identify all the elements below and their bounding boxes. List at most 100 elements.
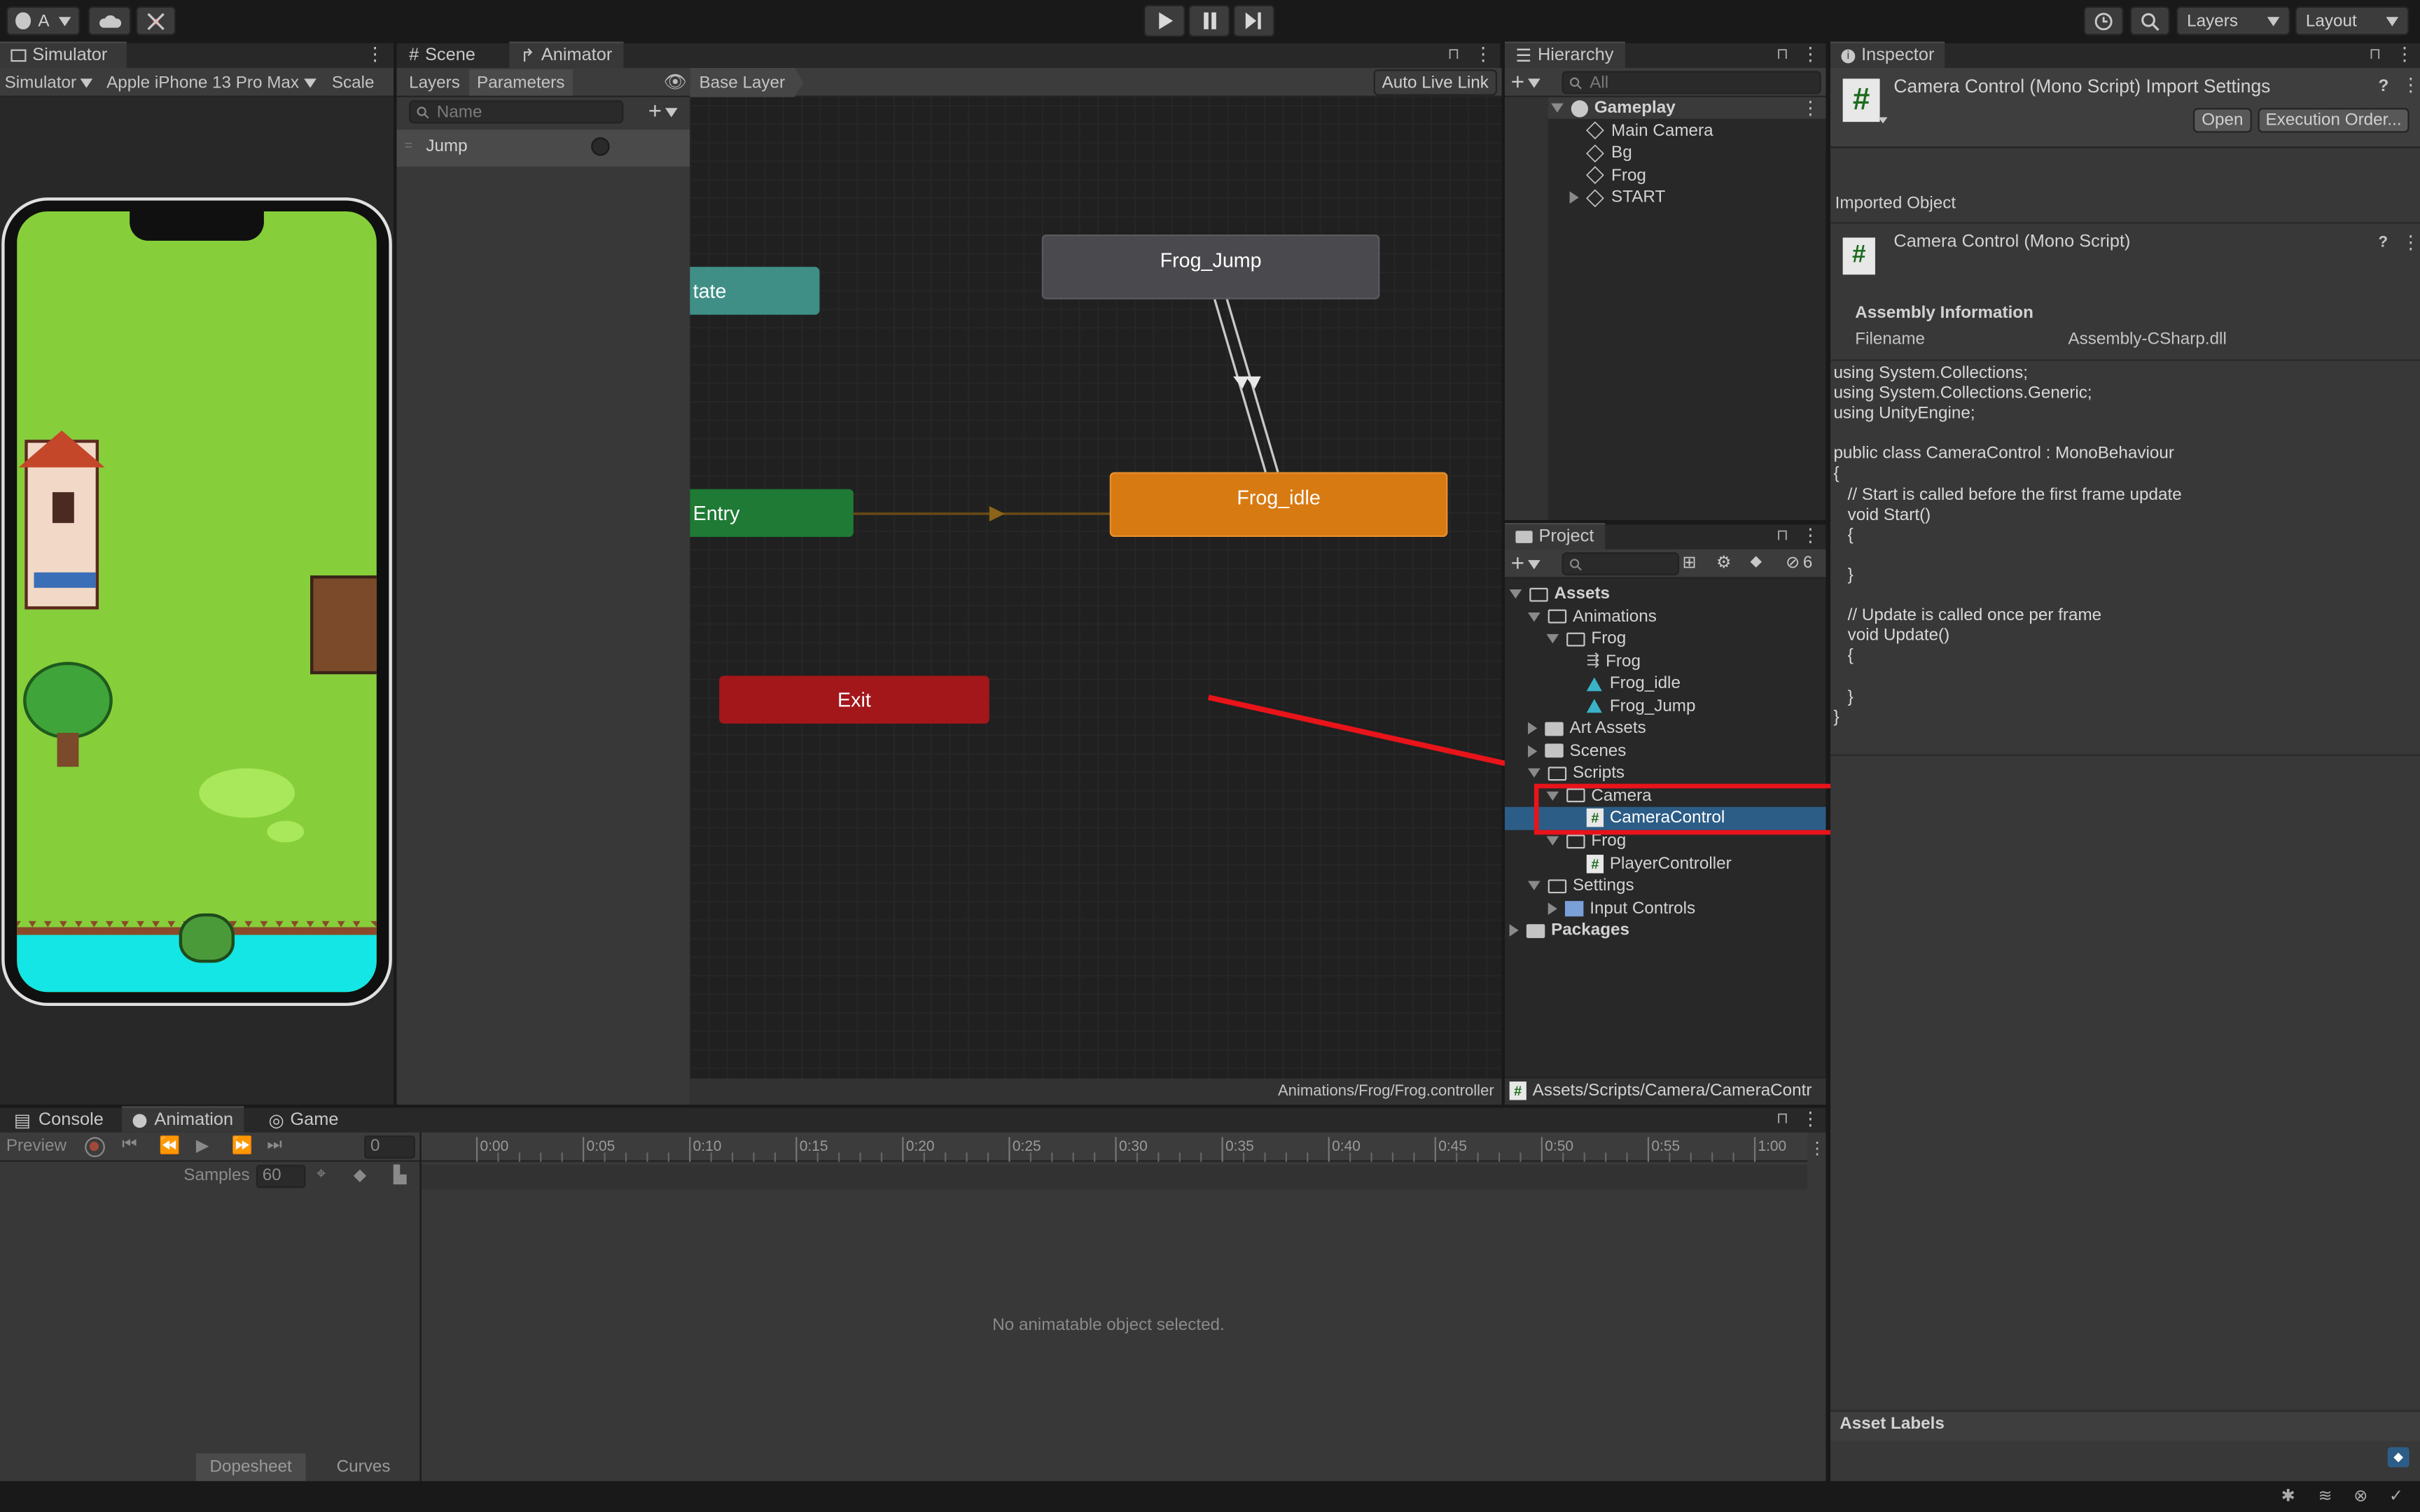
search-button[interactable] (2129, 6, 2170, 36)
simulator-mode-dropdown[interactable]: Simulator (5, 71, 102, 94)
lock-icon[interactable]: ⊓ (1447, 46, 1466, 63)
add-keyframe-icon[interactable]: ⌖ (317, 1165, 326, 1185)
tree-scenes[interactable]: Scenes (1528, 740, 1626, 762)
record-button[interactable] (85, 1137, 105, 1158)
parameter-row[interactable]: = Jump (396, 130, 690, 167)
more-icon[interactable]: ⋮ (1801, 1108, 1819, 1130)
tab-hierarchy[interactable]: ☰ Hierarchy (1504, 41, 1625, 68)
game-screen[interactable] (17, 211, 377, 993)
more-icon[interactable]: ⋮ (1801, 43, 1819, 65)
more-icon[interactable]: ⋮ (1474, 43, 1492, 65)
tree-input-controls[interactable]: Input Controls (1548, 897, 1695, 920)
drag-handle-icon[interactable]: = (404, 137, 412, 153)
help-icon[interactable]: ? (2378, 234, 2387, 251)
parameter-search-input[interactable]: Name (409, 100, 624, 124)
frog-jump-node[interactable]: Frog_Jump (1041, 234, 1380, 300)
add-parameter-button[interactable]: + (648, 99, 685, 125)
hierarchy-item[interactable]: Frog (1586, 164, 1646, 187)
tree-frog-controller[interactable]: ⇶ Frog (1587, 650, 1641, 673)
tab-scene[interactable]: # Scene (398, 42, 487, 68)
tree-packages[interactable]: Packages (1509, 920, 1629, 942)
tab-layers[interactable]: Layers (401, 69, 468, 95)
tab-simulator[interactable]: Simulator (0, 41, 127, 68)
hidden-packages-toggle[interactable]: ⊘ 6 (1786, 552, 1812, 573)
cache-server-icon[interactable]: ≋ (2318, 1486, 2332, 1506)
add-event-icon[interactable]: ▙ (394, 1165, 407, 1184)
tab-dopesheet[interactable]: Dopesheet (195, 1453, 306, 1481)
project-search-input[interactable] (1562, 552, 1680, 576)
search-by-label-icon[interactable]: ⚙ (1716, 552, 1732, 572)
history-button[interactable] (2083, 6, 2124, 36)
tab-project[interactable]: Project (1504, 523, 1605, 550)
prev-keyframe-button[interactable]: ⏪ (159, 1135, 180, 1155)
more-icon[interactable]: ⋮ (1801, 524, 1819, 546)
more-icon[interactable]: ⋮ (2402, 74, 2420, 96)
bug-icon[interactable]: ✱ (2281, 1486, 2295, 1506)
layout-dropdown[interactable]: Layout (2295, 6, 2409, 36)
tree-frog-jump[interactable]: Frog_Jump (1586, 695, 1695, 718)
scene-gameplay[interactable]: Gameplay (1551, 97, 1676, 120)
hierarchy-add-button[interactable]: + (1511, 69, 1548, 96)
scale-control[interactable]: Scale (332, 71, 375, 94)
lock-icon[interactable]: ⊓ (1776, 46, 1788, 63)
lock-icon[interactable]: ⊓ (2369, 46, 2381, 63)
frog-idle-node[interactable]: Frog_idle (1109, 472, 1448, 538)
help-icon[interactable]: ? (2378, 77, 2388, 95)
more-icon[interactable]: ⋮ (366, 43, 384, 65)
tab-animator[interactable]: ↱ Animator (509, 41, 623, 68)
label-tag-icon[interactable]: ⬥ (2387, 1447, 2409, 1468)
preview-toggle[interactable]: Preview (6, 1137, 67, 1155)
more-icon[interactable]: ⋮ (1809, 1139, 1826, 1158)
more-icon[interactable]: ⋮ (1801, 97, 1819, 119)
next-keyframe-button[interactable]: ⏩ (232, 1135, 253, 1155)
tab-animation[interactable]: Animation (122, 1106, 244, 1133)
tree-settings[interactable]: Settings (1528, 875, 1634, 897)
samples-input[interactable]: 60 (256, 1165, 306, 1189)
tree-scripts[interactable]: Scripts (1528, 762, 1625, 785)
hierarchy-item[interactable]: Bg (1586, 142, 1632, 164)
tree-animations[interactable]: Animations (1528, 606, 1657, 628)
tab-game[interactable]: ◎ Game (258, 1106, 349, 1132)
last-keyframe-button[interactable]: ⏭ (267, 1135, 282, 1156)
event-lane[interactable] (421, 1165, 1807, 1190)
entry-node[interactable]: Entry (690, 489, 854, 538)
tag-icon[interactable]: ⬥ (1750, 552, 1762, 573)
tab-curves[interactable]: Curves (309, 1453, 418, 1481)
play-animation-button[interactable]: ▶ (196, 1135, 209, 1155)
tab-console[interactable]: ▤ Console (3, 1106, 114, 1132)
tree-player-controller[interactable]: # PlayerController (1586, 853, 1732, 875)
hierarchy-item[interactable]: START (1569, 187, 1665, 209)
search-by-type-icon[interactable]: ⊞ (1682, 552, 1696, 572)
exit-node[interactable]: Exit (719, 676, 989, 724)
tree-frog-folder[interactable]: Frog (1546, 628, 1626, 650)
more-icon[interactable]: ⋮ (2402, 232, 2420, 253)
any-state-node[interactable]: tate (690, 267, 820, 315)
frog-sprite[interactable] (179, 913, 235, 963)
layers-dropdown[interactable]: Layers (2176, 6, 2290, 36)
pause-button[interactable] (1188, 4, 1230, 37)
tab-inspector[interactable]: i Inspector (1830, 41, 1945, 68)
auto-live-link-button[interactable]: Auto Live Link (1373, 69, 1497, 96)
check-icon[interactable]: ✓ (2389, 1486, 2403, 1506)
open-button[interactable]: Open (2192, 108, 2252, 133)
tab-parameters[interactable]: Parameters (469, 69, 573, 96)
collab-button[interactable] (135, 6, 176, 36)
play-button[interactable] (1143, 4, 1185, 37)
lock-icon[interactable]: ⊓ (1776, 1111, 1788, 1128)
more-icon[interactable]: ⋮ (2395, 43, 2414, 65)
breadcrumb[interactable]: Base Layer (690, 67, 804, 97)
tree-frog-idle[interactable]: Frog_idle (1586, 673, 1681, 695)
eye-icon[interactable]: 👁 (664, 71, 688, 92)
device-dropdown[interactable]: Apple iPhone 13 Pro Max (106, 71, 324, 94)
project-add-button[interactable]: + (1511, 551, 1548, 577)
lock-icon[interactable]: ⊓ (1776, 528, 1788, 545)
step-button[interactable] (1233, 4, 1275, 37)
frame-input[interactable]: 0 (364, 1135, 415, 1159)
account-dropdown[interactable]: A (6, 6, 81, 36)
hierarchy-search-input[interactable]: All (1562, 71, 1821, 94)
tree-assets[interactable]: Assets (1509, 583, 1610, 606)
hierarchy-item[interactable]: Main Camera (1586, 120, 1713, 142)
trigger-radio[interactable] (591, 137, 610, 156)
cloud-button[interactable] (88, 6, 132, 36)
execution-order-button[interactable]: Execution Order... (2258, 108, 2409, 133)
